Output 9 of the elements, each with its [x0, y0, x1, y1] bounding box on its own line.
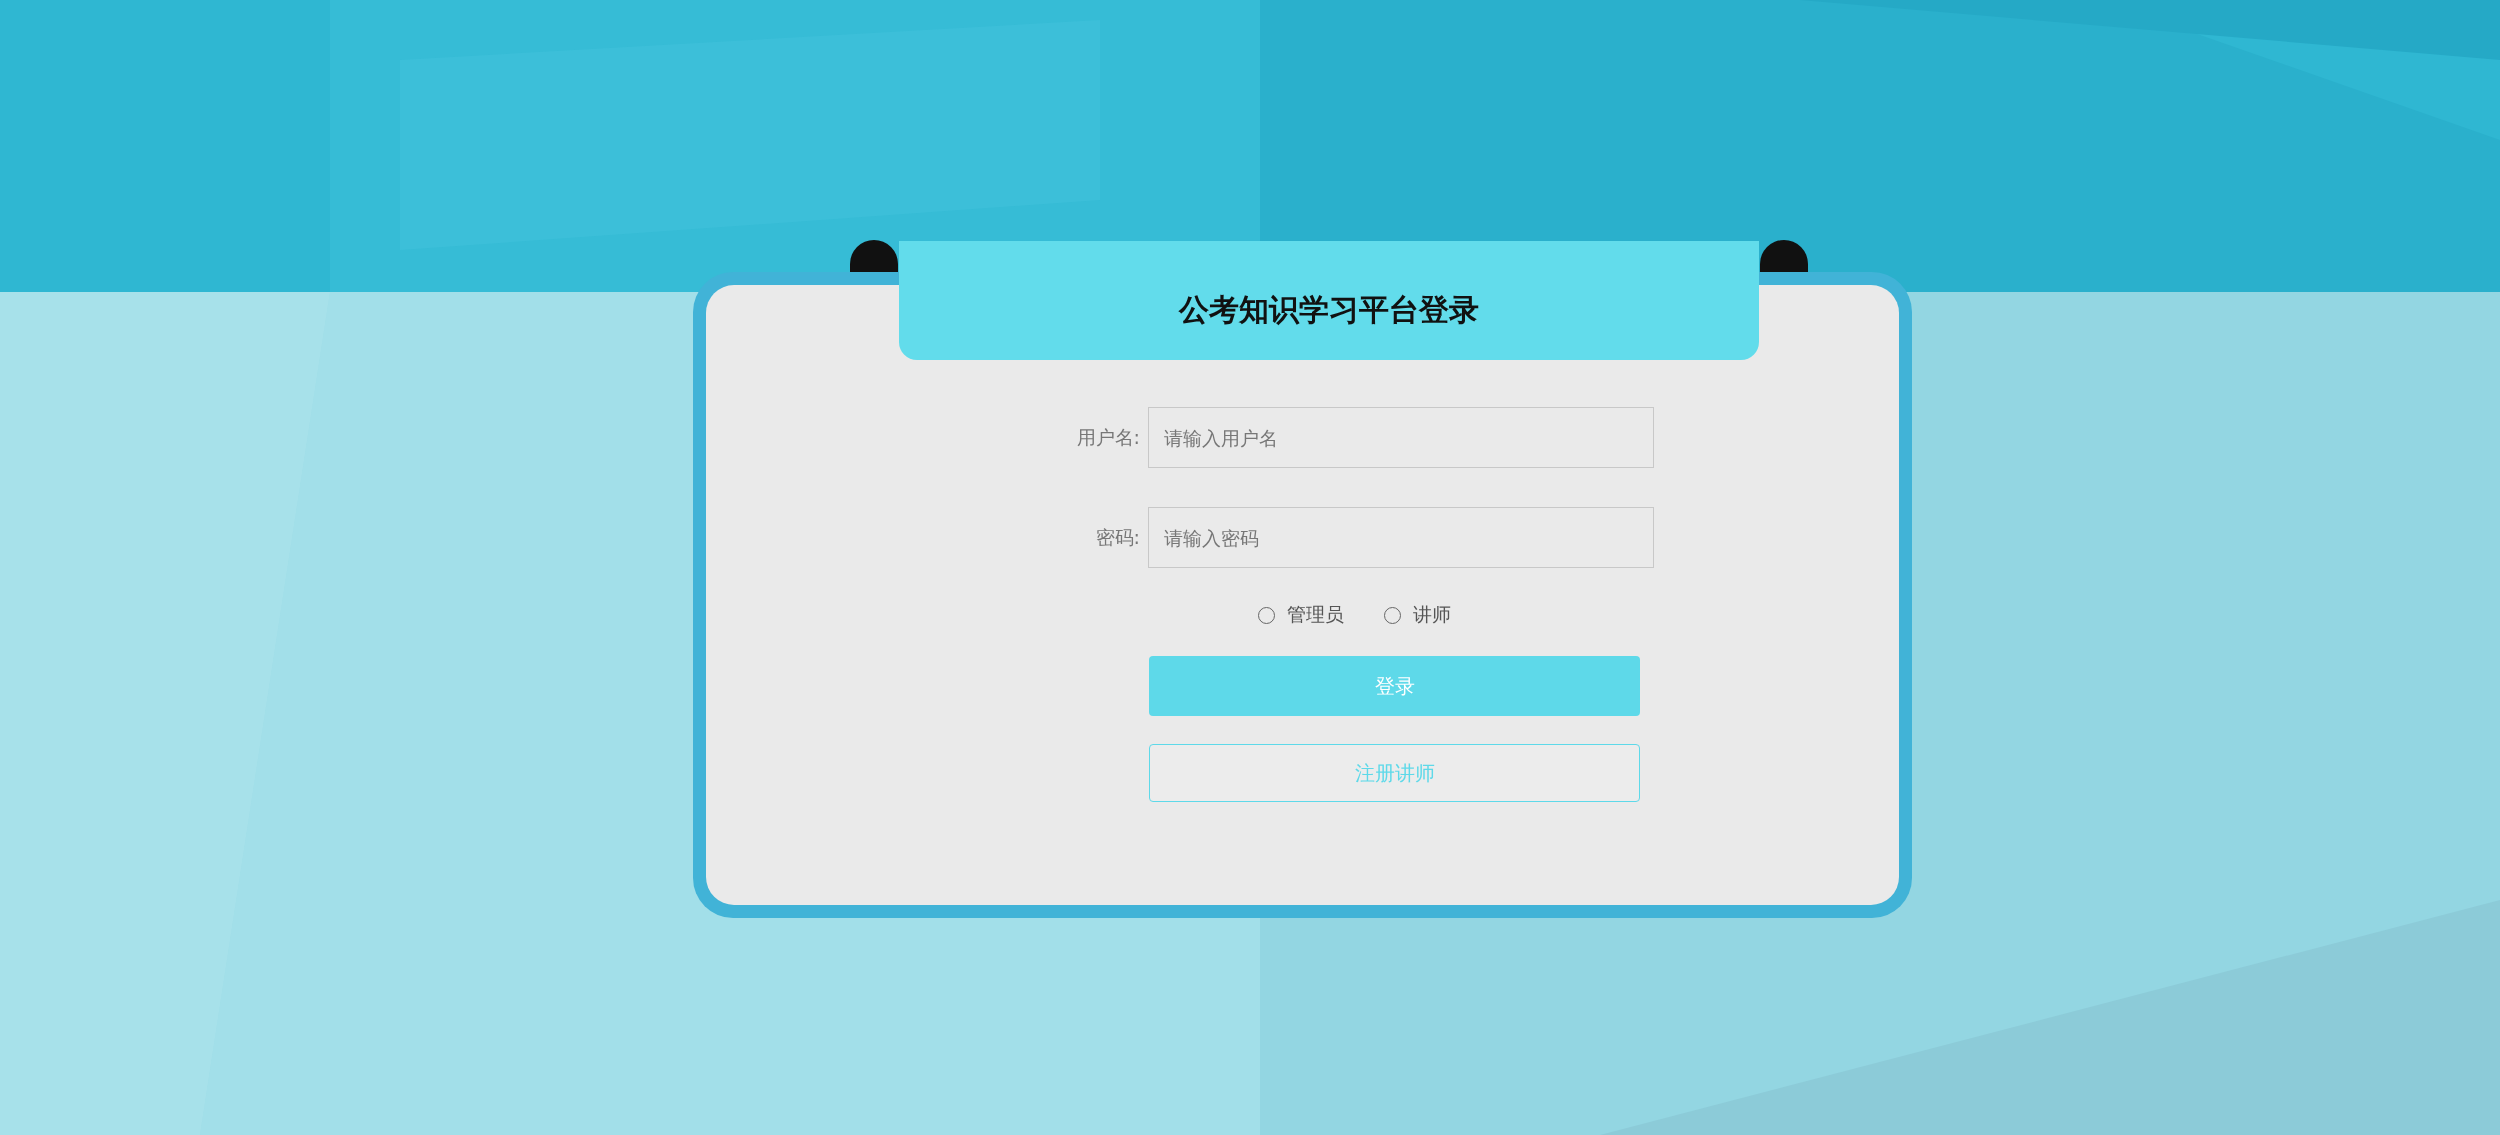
field-label: 密码:	[1094, 524, 1140, 550]
login-button[interactable]: 登录	[1149, 656, 1640, 716]
field-label: 用户名:	[1075, 424, 1140, 450]
role-label: 讲师	[1413, 602, 1451, 627]
login-title: 公考知识学习平台登录	[1179, 291, 1479, 329]
password-field[interactable]: 请输入密码	[1148, 507, 1654, 568]
role-label: 管理员	[1287, 602, 1344, 627]
username-field[interactable]: 请输入用户名	[1148, 407, 1654, 468]
register-button[interactable]: 注册讲师	[1149, 744, 1640, 802]
